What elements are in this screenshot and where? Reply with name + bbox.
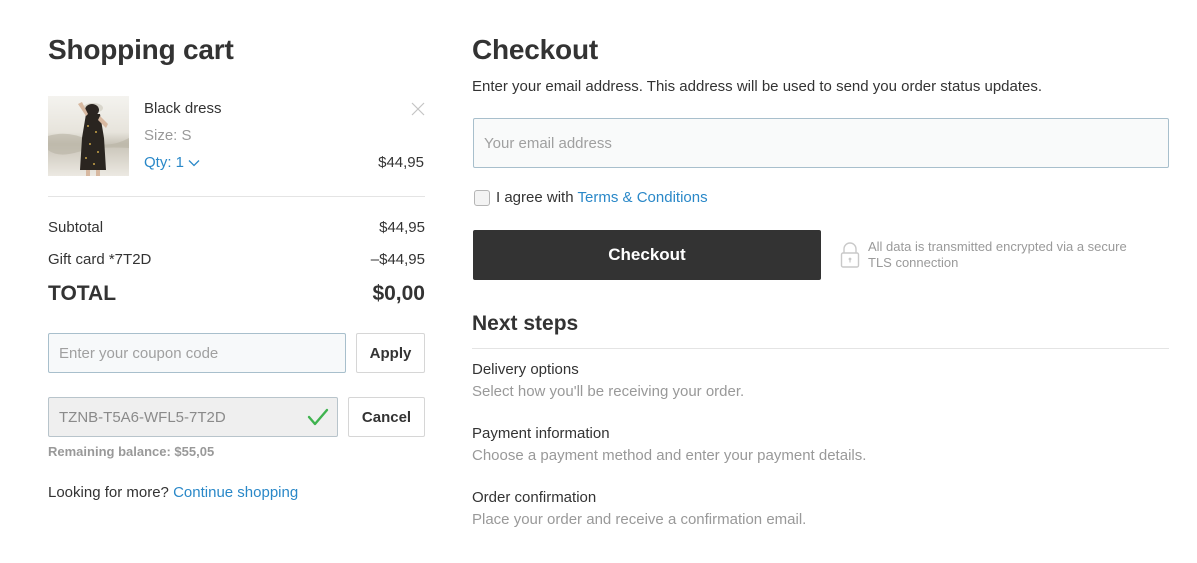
total-label: TOTAL	[48, 282, 117, 305]
remaining-balance: Remaining balance: $55,05	[48, 444, 215, 459]
subtotal-row: Subtotal $44,95	[48, 219, 425, 236]
product-image[interactable]	[48, 96, 129, 176]
step-description: Select how you'll be receiving your orde…	[472, 383, 745, 400]
apply-coupon-button[interactable]: Apply	[356, 333, 425, 373]
step-title: Delivery options	[472, 361, 579, 378]
product-price: $44,95	[378, 154, 424, 171]
step-delivery-options: Delivery options Select how you'll be re…	[472, 361, 1169, 400]
giftcard-code: TZNB-T5A6-WFL5-7T2D	[59, 408, 226, 426]
product-name[interactable]: Black dress	[144, 100, 222, 117]
terms-checkbox[interactable]	[474, 189, 490, 206]
looking-for-more-text: Looking for more?	[48, 484, 169, 501]
cart-title: Shopping cart	[48, 34, 234, 65]
total-row: TOTAL $0,00	[48, 282, 425, 306]
quantity-dropdown[interactable]: Qty: 1	[144, 154, 200, 171]
step-title: Payment information	[472, 425, 610, 442]
check-icon	[307, 408, 329, 426]
checkout-title: Checkout	[472, 34, 598, 65]
cancel-giftcard-button[interactable]: Cancel	[348, 397, 425, 437]
lock-icon	[840, 242, 860, 268]
applied-giftcard-field: TZNB-T5A6-WFL5-7T2D	[48, 397, 338, 437]
continue-shopping-row: Looking for more? Continue shopping	[48, 484, 298, 501]
email-input[interactable]	[473, 118, 1169, 168]
checkout-description: Enter your email address. This address w…	[472, 78, 1043, 95]
step-description: Choose a payment method and enter your p…	[472, 447, 867, 464]
step-title: Order confirmation	[472, 489, 597, 506]
next-steps-title: Next steps	[472, 312, 579, 335]
subtotal-label: Subtotal	[48, 219, 104, 236]
terms-agreement: I agree with Terms & Conditions	[474, 189, 708, 206]
product-photo-icon	[48, 96, 129, 176]
product-size: Size: S	[144, 127, 192, 144]
step-description: Place your order and receive a confirmat…	[472, 511, 807, 528]
step-payment-information: Payment information Choose a payment met…	[472, 425, 1169, 464]
cart-item: Black dress Size: S Qty: 1 $44,95	[48, 96, 425, 176]
cart-divider	[48, 196, 425, 197]
terms-link[interactable]: Terms & Conditions	[578, 189, 708, 206]
giftcard-value: –$44,95	[370, 251, 425, 268]
agree-text: I agree with	[496, 189, 574, 206]
step-order-confirmation: Order confirmation Place your order and …	[472, 489, 1169, 528]
coupon-input[interactable]	[48, 333, 346, 373]
quantity-label: Qty: 1	[144, 154, 185, 171]
secure-text: All data is transmitted encrypted via a …	[868, 239, 1127, 270]
chevron-down-icon	[188, 160, 200, 167]
close-icon[interactable]	[411, 102, 425, 116]
total-value: $0,00	[372, 282, 425, 305]
checkout-button[interactable]: Checkout	[473, 230, 821, 280]
giftcard-row: Gift card *7T2D –$44,95	[48, 251, 425, 268]
secure-notice: All data is transmitted encrypted via a …	[840, 239, 1140, 271]
next-steps-divider	[472, 348, 1169, 349]
continue-shopping-link[interactable]: Continue shopping	[173, 484, 298, 501]
giftcard-label: Gift card *7T2D	[48, 251, 152, 268]
subtotal-value: $44,95	[379, 219, 425, 236]
